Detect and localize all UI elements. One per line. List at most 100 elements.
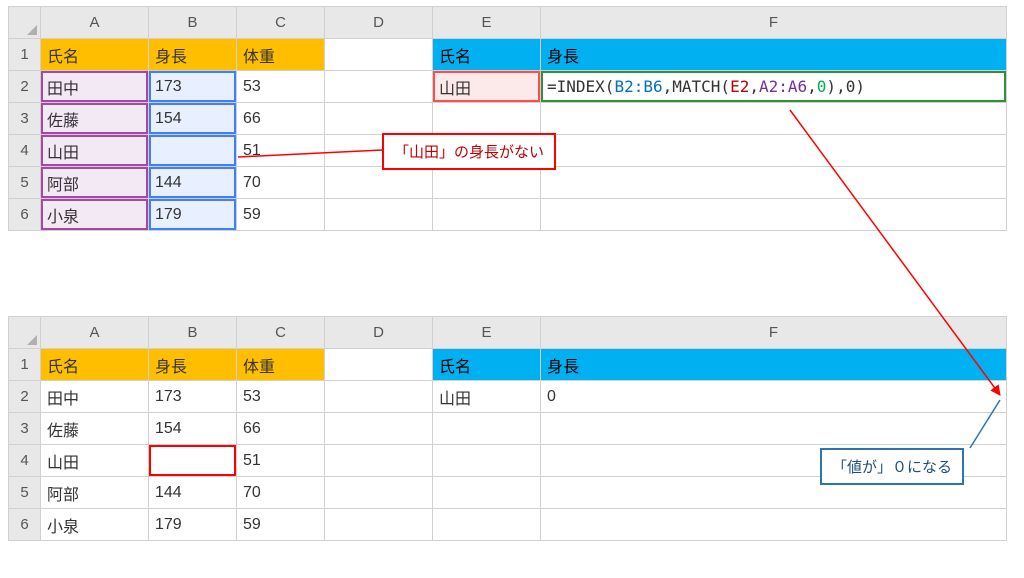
- cell[interactable]: [325, 477, 433, 509]
- row-head[interactable]: 6: [9, 199, 41, 231]
- cell[interactable]: [541, 199, 1007, 231]
- cell[interactable]: 179: [149, 509, 237, 541]
- cell[interactable]: [541, 103, 1007, 135]
- row-head[interactable]: 4: [9, 135, 41, 167]
- row-head[interactable]: 3: [9, 103, 41, 135]
- row-head[interactable]: 1: [9, 39, 41, 71]
- cell[interactable]: [325, 103, 433, 135]
- select-all-corner[interactable]: [9, 317, 41, 349]
- row-head[interactable]: 4: [9, 445, 41, 477]
- cell[interactable]: [149, 135, 237, 167]
- col-head[interactable]: A: [41, 7, 149, 39]
- cell[interactable]: [325, 167, 433, 199]
- cell[interactable]: 154: [149, 103, 237, 135]
- cell[interactable]: 179: [149, 199, 237, 231]
- cell[interactable]: 田中: [41, 381, 149, 413]
- cell[interactable]: [325, 349, 433, 381]
- col-head[interactable]: B: [149, 317, 237, 349]
- cell[interactable]: 体重: [237, 349, 325, 381]
- cell[interactable]: 山田: [41, 445, 149, 477]
- row-head[interactable]: 3: [9, 413, 41, 445]
- cell[interactable]: 144: [149, 477, 237, 509]
- document-root: A B C D E F 1 氏名 身長 体重 氏名 身長 2 田中 173 53…: [0, 0, 1024, 578]
- cell[interactable]: 66: [237, 413, 325, 445]
- row-head[interactable]: 6: [9, 509, 41, 541]
- col-head[interactable]: D: [325, 317, 433, 349]
- col-head[interactable]: C: [237, 317, 325, 349]
- cell[interactable]: 154: [149, 413, 237, 445]
- cell[interactable]: [325, 199, 433, 231]
- cell[interactable]: [541, 167, 1007, 199]
- cell[interactable]: 氏名: [433, 349, 541, 381]
- cell[interactable]: [433, 103, 541, 135]
- cell[interactable]: 山田: [41, 135, 149, 167]
- col-head[interactable]: A: [41, 317, 149, 349]
- cell[interactable]: 山田: [433, 71, 541, 103]
- col-head[interactable]: E: [433, 317, 541, 349]
- cell[interactable]: 体重: [237, 39, 325, 71]
- col-head[interactable]: F: [541, 317, 1007, 349]
- formula-cell[interactable]: =INDEX(B2:B6,MATCH(E2,A2:A6,0),0): [541, 71, 1007, 103]
- cell[interactable]: 佐藤: [41, 413, 149, 445]
- cell[interactable]: 59: [237, 199, 325, 231]
- cell[interactable]: 山田: [433, 381, 541, 413]
- col-head[interactable]: F: [541, 7, 1007, 39]
- select-all-corner[interactable]: [9, 7, 41, 39]
- cell[interactable]: 氏名: [433, 39, 541, 71]
- row-head[interactable]: 2: [9, 381, 41, 413]
- cell[interactable]: [433, 413, 541, 445]
- cell[interactable]: 身長: [149, 349, 237, 381]
- spreadsheet-top: A B C D E F 1 氏名 身長 体重 氏名 身長 2 田中 173 53…: [8, 6, 1007, 231]
- cell[interactable]: [433, 167, 541, 199]
- cell[interactable]: [325, 71, 433, 103]
- cell[interactable]: [325, 381, 433, 413]
- cell[interactable]: 田中: [41, 71, 149, 103]
- cell[interactable]: [325, 39, 433, 71]
- col-head[interactable]: E: [433, 7, 541, 39]
- cell[interactable]: [433, 509, 541, 541]
- col-head[interactable]: D: [325, 7, 433, 39]
- row-head[interactable]: 5: [9, 477, 41, 509]
- cell[interactable]: 70: [237, 477, 325, 509]
- result-cell[interactable]: 0: [541, 381, 1007, 413]
- cell[interactable]: 66: [237, 103, 325, 135]
- cell[interactable]: 144: [149, 167, 237, 199]
- cell[interactable]: 身長: [541, 39, 1007, 71]
- cell[interactable]: 53: [237, 381, 325, 413]
- row-head[interactable]: 5: [9, 167, 41, 199]
- cell[interactable]: [325, 413, 433, 445]
- cell[interactable]: 173: [149, 71, 237, 103]
- cell[interactable]: 阿部: [41, 167, 149, 199]
- cell[interactable]: [433, 199, 541, 231]
- cell[interactable]: 53: [237, 71, 325, 103]
- col-head[interactable]: C: [237, 7, 325, 39]
- cell[interactable]: 小泉: [41, 199, 149, 231]
- row-head[interactable]: 1: [9, 349, 41, 381]
- cell[interactable]: 51: [237, 445, 325, 477]
- callout-becomes-zero: 「値が」０になる: [820, 448, 964, 485]
- cell[interactable]: [541, 413, 1007, 445]
- cell[interactable]: 氏名: [41, 349, 149, 381]
- cell[interactable]: 身長: [541, 349, 1007, 381]
- formula-text: =INDEX(B2:B6,MATCH(E2,A2:A6,0),0): [547, 77, 865, 96]
- cell[interactable]: [149, 445, 237, 477]
- cell[interactable]: [433, 445, 541, 477]
- cell[interactable]: 173: [149, 381, 237, 413]
- cell[interactable]: 59: [237, 509, 325, 541]
- cell[interactable]: [541, 135, 1007, 167]
- cell[interactable]: 70: [237, 167, 325, 199]
- cell[interactable]: 阿部: [41, 477, 149, 509]
- col-head[interactable]: B: [149, 7, 237, 39]
- cell[interactable]: 身長: [149, 39, 237, 71]
- cell[interactable]: [433, 477, 541, 509]
- spreadsheet-bottom: A B C D E F 1 氏名 身長 体重 氏名 身長 2 田中 173 53…: [8, 316, 1007, 541]
- cell[interactable]: 小泉: [41, 509, 149, 541]
- cell[interactable]: [325, 509, 433, 541]
- callout-missing-height: 「山田」の身長がない: [382, 133, 556, 170]
- cell[interactable]: [541, 509, 1007, 541]
- cell[interactable]: 51: [237, 135, 325, 167]
- cell[interactable]: 氏名: [41, 39, 149, 71]
- row-head[interactable]: 2: [9, 71, 41, 103]
- cell[interactable]: [325, 445, 433, 477]
- cell[interactable]: 佐藤: [41, 103, 149, 135]
